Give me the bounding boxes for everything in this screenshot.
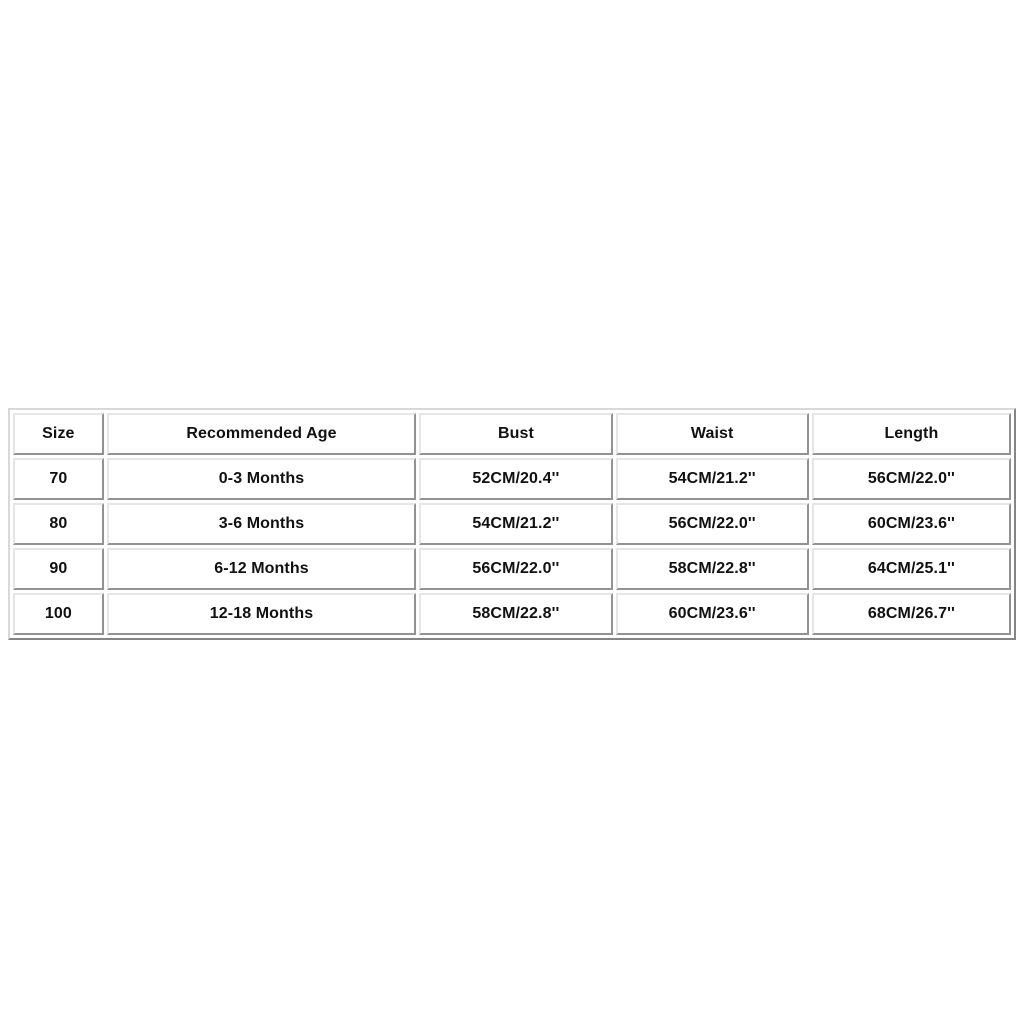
cell-length: 60CM/23.6'' — [811, 503, 1011, 545]
cell-waist: 54CM/21.2'' — [615, 458, 809, 500]
cell-size: 100 — [13, 593, 104, 635]
table-header-row: Size Recommended Age Bust Waist Length — [13, 413, 1011, 455]
cell-age: 12-18 Months — [106, 593, 417, 635]
cell-bust: 52CM/20.4'' — [419, 458, 613, 500]
cell-age: 3-6 Months — [106, 503, 417, 545]
cell-size: 70 — [13, 458, 104, 500]
table-row: 90 6-12 Months 56CM/22.0'' 58CM/22.8'' 6… — [13, 548, 1011, 590]
cell-length: 64CM/25.1'' — [811, 548, 1011, 590]
table-row: 100 12-18 Months 58CM/22.8'' 60CM/23.6''… — [13, 593, 1011, 635]
cell-bust: 56CM/22.0'' — [419, 548, 613, 590]
cell-age: 6-12 Months — [106, 548, 417, 590]
cell-bust: 54CM/21.2'' — [419, 503, 613, 545]
column-header-recommended-age: Recommended Age — [106, 413, 417, 455]
column-header-size: Size — [13, 413, 104, 455]
table-row: 70 0-3 Months 52CM/20.4'' 54CM/21.2'' 56… — [13, 458, 1011, 500]
column-header-length: Length — [811, 413, 1011, 455]
cell-waist: 58CM/22.8'' — [615, 548, 809, 590]
cell-length: 56CM/22.0'' — [811, 458, 1011, 500]
cell-age: 0-3 Months — [106, 458, 417, 500]
size-chart-table: Size Recommended Age Bust Waist Length 7… — [8, 408, 1016, 640]
cell-bust: 58CM/22.8'' — [419, 593, 613, 635]
table-row: 80 3-6 Months 54CM/21.2'' 56CM/22.0'' 60… — [13, 503, 1011, 545]
cell-size: 80 — [13, 503, 104, 545]
column-header-waist: Waist — [615, 413, 809, 455]
cell-waist: 56CM/22.0'' — [615, 503, 809, 545]
size-chart-container: Size Recommended Age Bust Waist Length 7… — [8, 408, 1016, 640]
column-header-bust: Bust — [419, 413, 613, 455]
cell-waist: 60CM/23.6'' — [615, 593, 809, 635]
cell-length: 68CM/26.7'' — [811, 593, 1011, 635]
cell-size: 90 — [13, 548, 104, 590]
